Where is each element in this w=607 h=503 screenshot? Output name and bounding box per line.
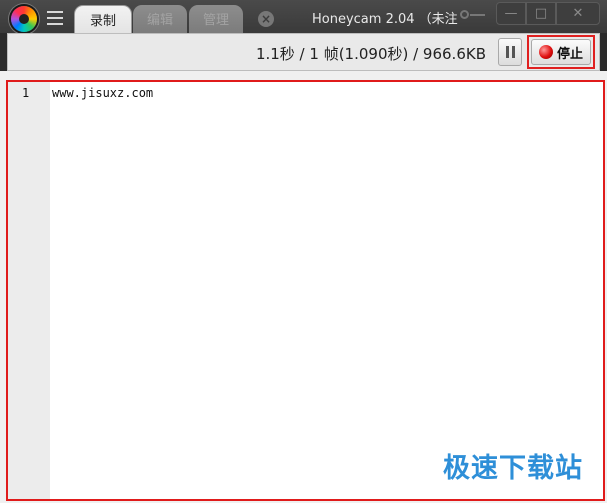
capture-area[interactable]: 1 www.jisuxz.com 极速下载站 (6, 80, 605, 501)
line-number-gutter: 1 (8, 82, 50, 499)
window-title: Honeycam 2.04 （未注 (312, 12, 458, 27)
tab-edit: 编辑 (133, 5, 187, 33)
watermark-text: 极速下载站 (443, 453, 583, 484)
app-logo-icon[interactable] (11, 6, 37, 32)
minimize-button[interactable]: — (496, 2, 526, 25)
code-line[interactable]: www.jisuxz.com (52, 86, 153, 100)
recording-status: 1.1秒 / 1 帧(1.090秒) / 966.6KB (255, 45, 486, 63)
stop-button-highlight: 停止 (527, 35, 595, 69)
close-window-button[interactable]: ✕ (556, 2, 600, 25)
record-dot-icon (539, 45, 553, 59)
line-number: 1 (22, 86, 30, 100)
tab-manage: 管理 (189, 5, 243, 33)
stop-button[interactable]: 停止 (531, 39, 591, 65)
pause-button[interactable] (498, 38, 522, 66)
tab-record[interactable]: 录制 (74, 5, 132, 33)
maximize-button[interactable]: □ (526, 2, 556, 25)
hamburger-menu-icon[interactable] (47, 11, 63, 25)
recording-toolbar: 1.1秒 / 1 帧(1.090秒) / 966.6KB 停止 (7, 33, 600, 71)
close-circle-icon[interactable]: × (258, 11, 274, 27)
stop-button-label: 停止 (557, 47, 584, 62)
pause-icon (506, 46, 509, 58)
title-bar: 录制 编辑 管理 × Honeycam 2.04 （未注 — □ ✕ (0, 0, 607, 33)
key-icon[interactable] (460, 10, 486, 22)
